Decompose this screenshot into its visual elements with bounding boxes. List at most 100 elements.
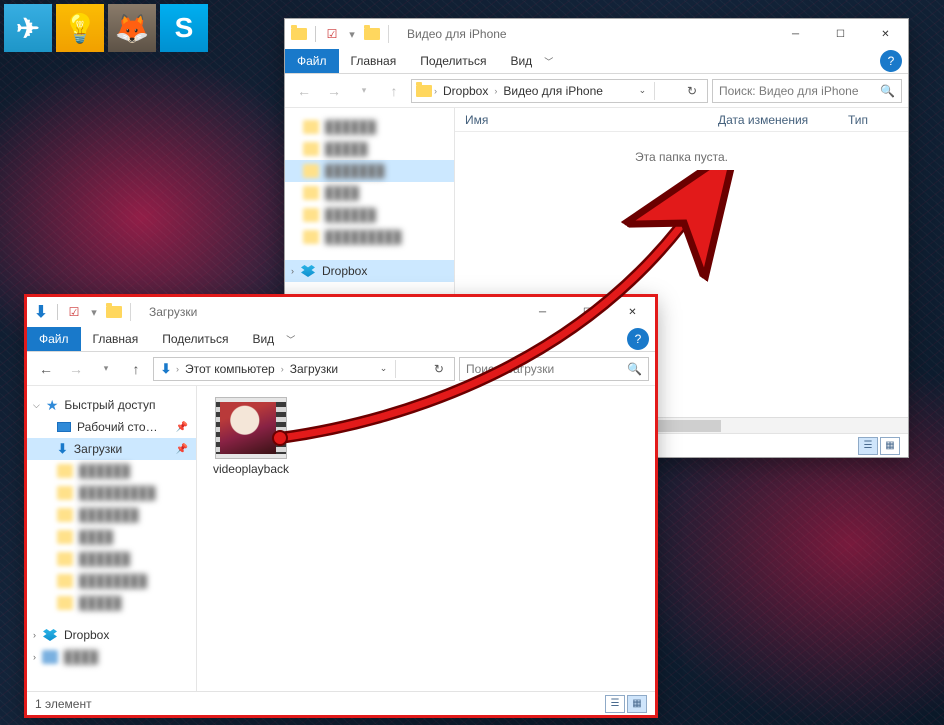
- sidebar-item-blur[interactable]: █████: [285, 138, 454, 160]
- sidebar-item-blur[interactable]: ██████: [27, 460, 196, 482]
- pin-icon: 📌: [176, 422, 188, 433]
- chevron-right-icon[interactable]: ›: [494, 86, 497, 96]
- ribbon-expand-icon[interactable]: ﹀: [544, 55, 553, 68]
- column-headers[interactable]: Имя Дата изменения Тип: [455, 108, 908, 132]
- properties-icon[interactable]: ☑: [66, 304, 82, 320]
- maximize-button[interactable]: ☐: [565, 297, 610, 327]
- file-view[interactable]: videoplayback: [197, 386, 655, 691]
- forward-button[interactable]: →: [321, 78, 347, 104]
- sidebar-item-blur[interactable]: ███████: [285, 160, 454, 182]
- crumb-pc[interactable]: Этот компьютер: [181, 362, 279, 376]
- search-placeholder: Поиск: Загрузки: [466, 362, 554, 376]
- properties-icon[interactable]: ☑: [324, 26, 340, 42]
- sidebar-item-desktop[interactable]: Рабочий сто… 📌: [27, 416, 196, 438]
- sidebar-item-quick-access[interactable]: ⌵ ★ Быстрый доступ: [27, 394, 196, 416]
- sidebar-item-label: Dropbox: [64, 628, 109, 642]
- ribbon-expand-icon[interactable]: ﹀: [286, 333, 295, 346]
- help-icon[interactable]: ?: [627, 328, 649, 350]
- qat-dropdown-icon[interactable]: ▾: [86, 304, 102, 320]
- sidebar-item-blur[interactable]: ███████: [27, 504, 196, 526]
- star-icon: ★: [46, 397, 59, 414]
- view-large-icons-icon[interactable]: ▦: [880, 437, 900, 455]
- sidebar-item-blur[interactable]: ›████: [27, 646, 196, 668]
- refresh-icon[interactable]: ↻: [428, 362, 450, 376]
- crumb-current[interactable]: Загрузки: [286, 362, 342, 376]
- ribbon-tab-file[interactable]: Файл: [27, 327, 81, 351]
- skype-icon[interactable]: S: [160, 4, 208, 52]
- ribbon-tab-view[interactable]: Вид: [240, 327, 286, 351]
- address-bar: ← → ▾ ↑ ⬇ › Этот компьютер › Загрузки ⌄ …: [27, 352, 655, 386]
- qat-separator: [315, 26, 316, 42]
- chevron-right-icon[interactable]: ›: [281, 364, 284, 374]
- column-date[interactable]: Дата изменения: [718, 113, 848, 127]
- keep-icon[interactable]: 💡: [56, 4, 104, 52]
- folder-icon: [416, 83, 432, 99]
- minimize-button[interactable]: ─: [773, 19, 818, 49]
- view-details-icon[interactable]: ☰: [858, 437, 878, 455]
- back-button[interactable]: ←: [33, 356, 59, 382]
- sidebar-item-blur[interactable]: ████: [285, 182, 454, 204]
- breadcrumb[interactable]: › Dropbox › Видео для iPhone ⌄ ↻: [411, 79, 708, 103]
- search-icon[interactable]: 🔍: [627, 362, 642, 376]
- column-type[interactable]: Тип: [848, 113, 908, 127]
- folder-icon: [106, 304, 122, 320]
- view-details-icon[interactable]: ☰: [605, 695, 625, 713]
- taskbar: ✈ 💡 🦊 S: [0, 0, 212, 56]
- desktop-icon: [57, 422, 71, 432]
- breadcrumb-dropdown-icon[interactable]: ⌄: [633, 85, 653, 96]
- sidebar-item-downloads[interactable]: ⬇ Загрузки 📌: [27, 438, 196, 460]
- chevron-right-icon[interactable]: ›: [176, 364, 179, 374]
- forward-button[interactable]: →: [63, 356, 89, 382]
- search-input[interactable]: Поиск: Загрузки 🔍: [459, 357, 649, 381]
- view-large-icons-icon[interactable]: ▦: [627, 695, 647, 713]
- sidebar-item-dropbox[interactable]: › Dropbox: [285, 260, 454, 282]
- sidebar-item-blur[interactable]: ██████: [285, 204, 454, 226]
- sidebar-item-label: Быстрый доступ: [64, 398, 155, 412]
- close-button[interactable]: ✕: [863, 19, 908, 49]
- close-button[interactable]: ✕: [610, 297, 655, 327]
- ribbon-tab-share[interactable]: Поделиться: [408, 49, 498, 73]
- crumb-current[interactable]: Видео для iPhone: [499, 84, 607, 98]
- sidebar-item-blur[interactable]: ████████: [27, 570, 196, 592]
- recent-dropdown-icon[interactable]: ▾: [93, 356, 119, 382]
- maximize-button[interactable]: ☐: [818, 19, 863, 49]
- titlebar[interactable]: ⬇ ☑ ▾ Загрузки ─ ☐ ✕: [27, 297, 655, 327]
- telegram-icon[interactable]: ✈: [4, 4, 52, 52]
- breadcrumb[interactable]: ⬇ › Этот компьютер › Загрузки ⌄ ↻: [153, 357, 455, 381]
- crumb-dropbox[interactable]: Dropbox: [439, 84, 492, 98]
- up-button[interactable]: ↑: [381, 78, 407, 104]
- folder-icon: [291, 26, 307, 42]
- search-input[interactable]: Поиск: Видео для iPhone 🔍: [712, 79, 902, 103]
- up-button[interactable]: ↑: [123, 356, 149, 382]
- sidebar-item-blur[interactable]: █████: [27, 592, 196, 614]
- breadcrumb-dropdown-icon[interactable]: ⌄: [374, 363, 394, 374]
- sidebar-item-blur[interactable]: ████: [27, 526, 196, 548]
- qat-dropdown-icon[interactable]: ▾: [344, 26, 360, 42]
- chevron-right-icon[interactable]: ›: [434, 86, 437, 96]
- ribbon-tab-share[interactable]: Поделиться: [150, 327, 240, 351]
- titlebar[interactable]: ☑ ▾ Видео для iPhone ─ ☐ ✕: [285, 19, 908, 49]
- title-separator: [130, 303, 131, 321]
- sidebar-item-blur[interactable]: █████████: [285, 226, 454, 248]
- nav-pane[interactable]: ⌵ ★ Быстрый доступ Рабочий сто… 📌 ⬇ Загр…: [27, 386, 197, 691]
- gimp-icon[interactable]: 🦊: [108, 4, 156, 52]
- sidebar-item-blur[interactable]: ██████: [27, 548, 196, 570]
- search-icon[interactable]: 🔍: [880, 84, 895, 98]
- sidebar-item-dropbox[interactable]: › Dropbox: [27, 624, 196, 646]
- ribbon-tab-home[interactable]: Главная: [81, 327, 151, 351]
- help-icon[interactable]: ?: [880, 50, 902, 72]
- sidebar-item-label: Рабочий сто…: [77, 420, 158, 434]
- ribbon-tab-view[interactable]: Вид: [498, 49, 544, 73]
- file-name: videoplayback: [213, 462, 289, 476]
- sidebar-item-blur[interactable]: ██████: [285, 116, 454, 138]
- recent-dropdown-icon[interactable]: ▾: [351, 78, 377, 104]
- ribbon-tab-home[interactable]: Главная: [339, 49, 409, 73]
- minimize-button[interactable]: ─: [520, 297, 565, 327]
- explorer-window-downloads[interactable]: ⬇ ☑ ▾ Загрузки ─ ☐ ✕ Файл Главная Подели…: [26, 296, 656, 716]
- sidebar-item-blur[interactable]: █████████: [27, 482, 196, 504]
- ribbon-tab-file[interactable]: Файл: [285, 49, 339, 73]
- refresh-icon[interactable]: ↻: [681, 84, 703, 98]
- back-button[interactable]: ←: [291, 78, 317, 104]
- file-videoplayback[interactable]: videoplayback: [209, 398, 293, 476]
- column-name[interactable]: Имя: [465, 113, 718, 127]
